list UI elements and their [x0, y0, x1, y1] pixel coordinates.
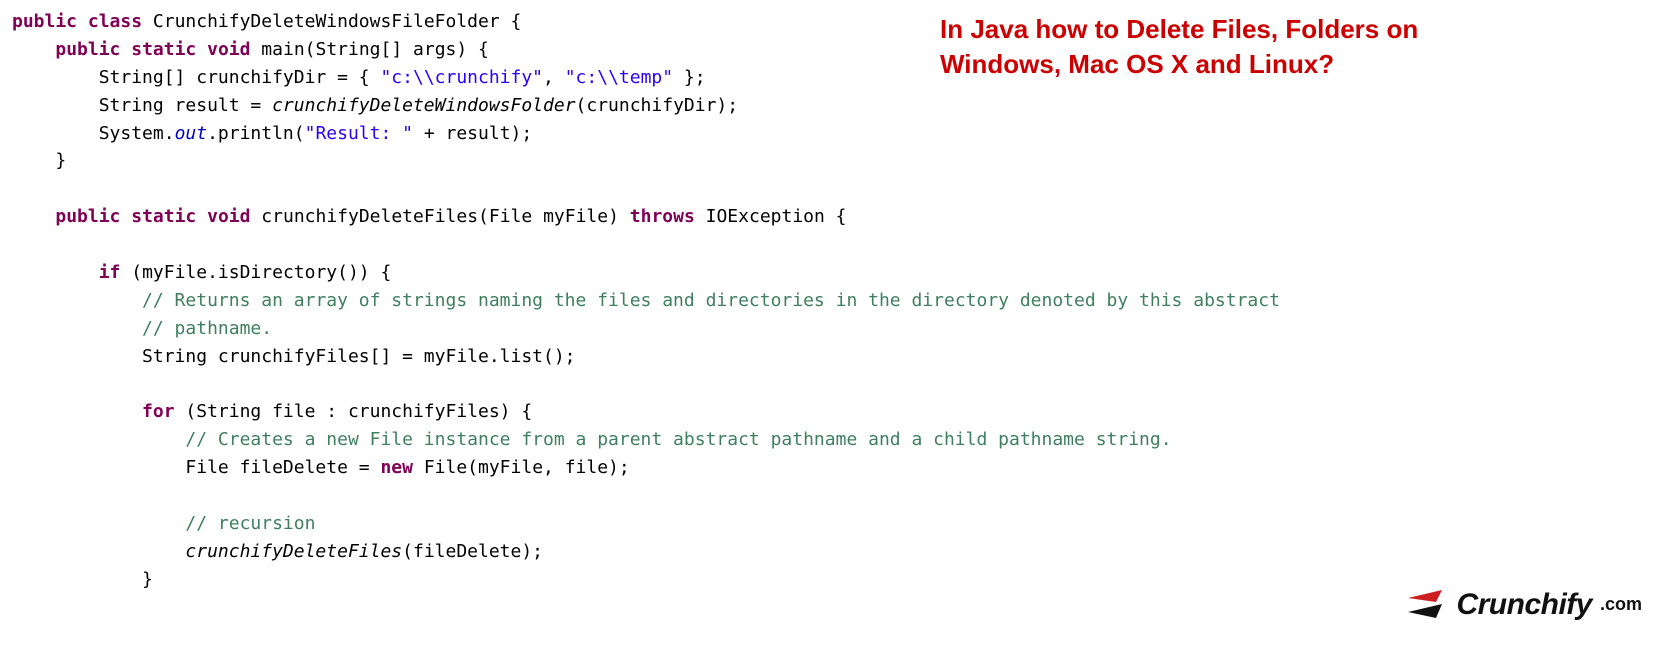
code-token: throws	[630, 206, 695, 227]
code-token: .println(	[207, 123, 305, 144]
code-token: // Creates a new File instance from a pa…	[185, 429, 1171, 450]
code-token: };	[673, 67, 706, 88]
code-token	[12, 513, 185, 534]
code-token: + result);	[413, 123, 532, 144]
code-token: if	[99, 262, 121, 283]
code-token: new	[380, 457, 413, 478]
code-token: String[] crunchifyDir = {	[12, 67, 380, 88]
code-token: // recursion	[185, 513, 315, 534]
code-token: (fileDelete);	[402, 541, 543, 562]
code-token: System.	[12, 123, 175, 144]
code-token: // Returns an array of strings naming th…	[142, 290, 1280, 311]
code-token: File fileDelete =	[12, 457, 380, 478]
code-token: }	[12, 569, 153, 590]
code-token: CrunchifyDeleteWindowsFileFolder {	[142, 11, 521, 32]
code-token: "c:\\temp"	[565, 67, 673, 88]
code-token: (String file : crunchifyFiles) {	[175, 401, 533, 422]
code-token	[12, 541, 185, 562]
code-token: "c:\\crunchify"	[380, 67, 543, 88]
code-token: static	[131, 39, 196, 60]
code-token: // pathname.	[142, 318, 272, 339]
logo-suffix: .com	[1600, 591, 1642, 619]
code-token: void	[207, 39, 250, 60]
code-token	[196, 206, 207, 227]
code-token	[120, 206, 131, 227]
code-token	[12, 290, 142, 311]
code-token	[12, 429, 185, 450]
code-token	[12, 262, 99, 283]
code-token: String result =	[12, 95, 272, 116]
code-token: String crunchifyFiles[] = myFile.list();	[12, 346, 576, 367]
code-token	[196, 39, 207, 60]
code-token: out	[175, 123, 208, 144]
code-token: crunchifyDeleteWindowsFolder	[272, 95, 575, 116]
code-token: ,	[543, 67, 565, 88]
code-token: class	[88, 11, 142, 32]
code-token: for	[142, 401, 175, 422]
title-line-2: Windows, Mac OS X and Linux?	[940, 47, 1646, 82]
code-snippet: public class CrunchifyDeleteWindowsFileF…	[12, 8, 1654, 594]
crunchify-logo-icon	[1402, 588, 1448, 622]
code-token: public	[12, 11, 77, 32]
code-token: void	[207, 206, 250, 227]
code-token: crunchifyDeleteFiles(File myFile)	[250, 206, 629, 227]
logo-brand-text: Crunchify	[1456, 582, 1592, 629]
code-token: main(String[] args) {	[250, 39, 488, 60]
code-token	[12, 401, 142, 422]
code-token: crunchifyDeleteFiles	[185, 541, 402, 562]
code-token: public	[55, 206, 120, 227]
code-token	[12, 39, 55, 60]
title-line-1: In Java how to Delete Files, Folders on	[940, 12, 1646, 47]
code-token: }	[12, 150, 66, 171]
code-token	[12, 206, 55, 227]
code-token: (crunchifyDir);	[576, 95, 739, 116]
code-token: public	[55, 39, 120, 60]
code-token	[77, 11, 88, 32]
code-token: File(myFile, file);	[413, 457, 630, 478]
code-token: "Result: "	[305, 123, 413, 144]
code-token: IOException {	[695, 206, 847, 227]
code-token: static	[131, 206, 196, 227]
crunchify-logo: Crunchify .com	[1402, 582, 1642, 629]
code-token	[12, 318, 142, 339]
code-token	[120, 39, 131, 60]
article-title: In Java how to Delete Files, Folders on …	[940, 12, 1646, 82]
code-token: (myFile.isDirectory()) {	[120, 262, 391, 283]
